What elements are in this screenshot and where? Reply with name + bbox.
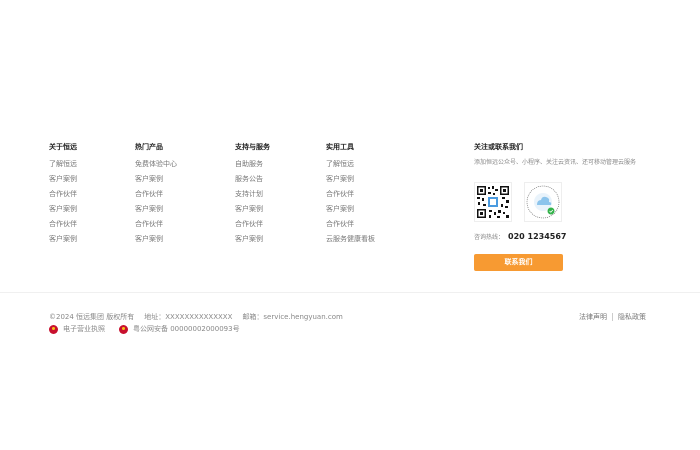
column-list: 了解恒远 客户案例 合作伙伴 客户案例 合作伙伴 客户案例: [49, 157, 77, 247]
qr-code-icon: [476, 185, 510, 219]
national-emblem-icon: [49, 324, 58, 334]
copyright-row: ©2024 恒远集团 版权所有 地址：XXXXXXXXXXXXXX 邮箱：ser…: [49, 312, 353, 322]
hotline-number: 020 1234567: [508, 232, 567, 241]
police-record-link[interactable]: 粤公网安备 00000002000093号: [133, 324, 240, 334]
mini-program-icon: [526, 185, 560, 219]
privacy-policy-link[interactable]: 隐私政策: [618, 312, 646, 322]
footer-link[interactable]: 客户案例: [135, 202, 177, 217]
footer-link[interactable]: 客户案例: [49, 172, 77, 187]
footer-link[interactable]: 了解恒远: [49, 157, 77, 172]
column-list: 免费体验中心 客户案例 合作伙伴 客户案例 合作伙伴 客户案例: [135, 157, 177, 247]
footer-link[interactable]: 自助服务: [235, 157, 270, 172]
footer-link[interactable]: 支持计划: [235, 187, 270, 202]
license-row: 电子营业执照 粤公网安备 00000002000093号: [49, 324, 254, 334]
footer-link[interactable]: 客户案例: [49, 202, 77, 217]
police-badge-icon: [119, 324, 128, 334]
business-license-group[interactable]: 电子营业执照: [49, 324, 105, 334]
footer-top: 关于恒远 了解恒远 客户案例 合作伙伴 客户案例 合作伙伴 客户案例 热门产品 …: [0, 0, 700, 292]
footer-divider: [0, 292, 700, 293]
mini-program-code: [524, 182, 562, 222]
footer-link[interactable]: 合作伙伴: [326, 187, 375, 202]
footer-link[interactable]: 服务公告: [235, 172, 270, 187]
footer-link[interactable]: 合作伙伴: [235, 217, 270, 232]
footer-link[interactable]: 合作伙伴: [49, 187, 77, 202]
column-title: 支持与服务: [235, 143, 270, 151]
footer-link[interactable]: 了解恒远: [326, 157, 375, 172]
legal-separator: [612, 313, 613, 321]
contact-us-button[interactable]: 联系我们: [474, 254, 563, 271]
contact-section: 关注或联系我们 添加恒远公众号、小程序、关注云资讯、还可移动管理云服务: [474, 142, 664, 167]
footer-link[interactable]: 合作伙伴: [326, 217, 375, 232]
footer-column-tools: 实用工具 了解恒远 客户案例 合作伙伴 客户案例 合作伙伴 云服务健康看板: [326, 142, 375, 247]
footer-link[interactable]: 合作伙伴: [135, 187, 177, 202]
hotline: 咨询热线： 020 1234567: [474, 232, 566, 241]
wechat-qr-code: [474, 182, 512, 222]
footer-link[interactable]: 免费体验中心: [135, 157, 177, 172]
footer-column-about: 关于恒远 了解恒远 客户案例 合作伙伴 客户案例 合作伙伴 客户案例: [49, 142, 77, 247]
footer-link[interactable]: 客户案例: [49, 232, 77, 247]
contact-description: 添加恒远公众号、小程序、关注云资讯、还可移动管理云服务: [474, 159, 637, 166]
footer-link[interactable]: 客户案例: [235, 202, 270, 217]
footer-column-products: 热门产品 免费体验中心 客户案例 合作伙伴 客户案例 合作伙伴 客户案例: [135, 142, 177, 247]
column-list: 了解恒远 客户案例 合作伙伴 客户案例 合作伙伴 云服务健康看板: [326, 157, 375, 247]
footer-link[interactable]: 合作伙伴: [135, 217, 177, 232]
business-license-link[interactable]: 电子营业执照: [63, 324, 105, 334]
footer-link[interactable]: 客户案例: [326, 172, 375, 187]
police-record-group[interactable]: 粤公网安备 00000002000093号: [119, 324, 240, 334]
footer-link[interactable]: 客户案例: [135, 232, 177, 247]
address-text: 地址：XXXXXXXXXXXXXX: [144, 313, 233, 321]
column-title: 热门产品: [135, 143, 163, 151]
hotline-label: 咨询热线：: [474, 234, 505, 241]
footer-column-support: 支持与服务 自助服务 服务公告 支持计划 客户案例 合作伙伴 客户案例: [235, 142, 270, 247]
column-title: 实用工具: [326, 143, 354, 151]
footer-link[interactable]: 客户案例: [235, 232, 270, 247]
contact-title: 关注或联系我们: [474, 143, 523, 151]
column-list: 自助服务 服务公告 支持计划 客户案例 合作伙伴 客户案例: [235, 157, 270, 247]
footer-link[interactable]: 客户案例: [135, 172, 177, 187]
copyright-text: ©2024 恒远集团 版权所有: [49, 313, 135, 321]
column-title: 关于恒远: [49, 143, 77, 151]
footer-link[interactable]: 云服务健康看板: [326, 232, 375, 247]
legal-links: 法律声明 隐私政策: [579, 312, 646, 322]
legal-statement-link[interactable]: 法律声明: [579, 312, 607, 322]
footer-link[interactable]: 合作伙伴: [49, 217, 77, 232]
footer-link[interactable]: 客户案例: [326, 202, 375, 217]
email-text: 邮箱：service.hengyuan.com: [242, 313, 343, 321]
